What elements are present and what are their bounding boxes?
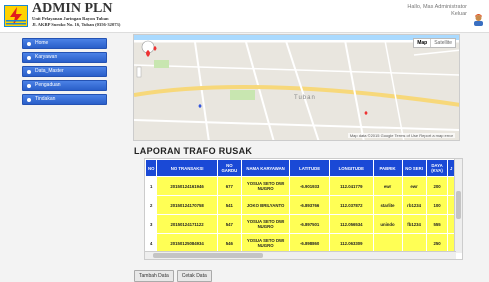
table-cell: -6.893766 bbox=[289, 195, 331, 215]
table-cell: ewr bbox=[401, 176, 427, 196]
table-cell: 1 bbox=[145, 176, 158, 196]
map-view[interactable]: Tuban Map Satellite Map data ©2015 Googl… bbox=[133, 34, 460, 141]
bullet-icon bbox=[27, 83, 31, 88]
table-cell bbox=[372, 233, 403, 253]
map-place-label: Tuban bbox=[294, 95, 316, 101]
column-header-latitude: LATITUDE bbox=[289, 159, 331, 177]
action-buttons: Tambah Data Cetak Data bbox=[134, 270, 212, 282]
column-header-pabrik: PABRIK bbox=[372, 159, 403, 177]
column-header-daya: DAYA (KVA) bbox=[425, 159, 449, 177]
pln-logo-icon bbox=[4, 5, 28, 27]
table-cell: 200 bbox=[425, 176, 449, 196]
table-cell: YOSUA SETO DWI NUGRO bbox=[240, 233, 291, 253]
table-cell: 3 bbox=[145, 214, 158, 234]
app-title: ADMIN PLN bbox=[32, 1, 113, 16]
bullet-icon bbox=[27, 55, 31, 60]
table-cell: 112.063309 bbox=[329, 233, 374, 253]
column-header-no-transaksi: NO TRANSAKSI bbox=[156, 159, 218, 177]
table-row[interactable]: 3 20150124171122 547 YOSUA SETO DWI NUGR… bbox=[145, 214, 455, 234]
table-cell: 20150124161946 bbox=[156, 176, 218, 196]
table-cell: 112.056534 bbox=[329, 214, 374, 234]
table-cell: 546 bbox=[216, 233, 242, 253]
table-cell: ewr bbox=[372, 176, 403, 196]
sidebar-item-label: Pengaduan bbox=[35, 82, 61, 88]
add-data-button[interactable]: Tambah Data bbox=[134, 270, 174, 282]
bullet-icon bbox=[27, 41, 31, 46]
table-cell: 112.037872 bbox=[329, 195, 374, 215]
report-title: LAPORAN TRAFO RUSAK bbox=[134, 146, 253, 156]
table-cell: 555 bbox=[425, 214, 449, 234]
table-row[interactable]: 4 20150125084934 546 YOSUA SETO DWI NUGR… bbox=[145, 233, 455, 253]
horizontal-scrollbar[interactable] bbox=[145, 251, 456, 259]
table-cell: 20150124171122 bbox=[156, 214, 218, 234]
table-cell: rb1234 bbox=[401, 195, 427, 215]
scrollbar-thumb[interactable] bbox=[456, 191, 461, 219]
table-cell: 100 bbox=[425, 195, 449, 215]
sidebar-item-home[interactable]: Home bbox=[22, 38, 107, 49]
table-header-row: NO NO TRANSAKSI NO GARDU NAMA KARYAWAN L… bbox=[145, 159, 455, 177]
map-type-map[interactable]: Map bbox=[414, 39, 430, 47]
table-cell: 541 bbox=[216, 195, 242, 215]
sidebar-item-pengaduan[interactable]: Pengaduan bbox=[22, 80, 107, 91]
table-cell: 4 bbox=[145, 233, 158, 253]
table-cell: YOSUA SETO DWI NUGRO bbox=[240, 176, 291, 196]
brand: ADMIN PLN Unit Pelayanan Jaringan Rayon … bbox=[32, 2, 120, 28]
scrollbar-thumb[interactable] bbox=[153, 253, 263, 258]
avatar-icon[interactable] bbox=[472, 13, 485, 26]
sidebar-item-label: Home bbox=[35, 40, 49, 46]
sidebar-item-karyawan[interactable]: Karyawan bbox=[22, 52, 107, 63]
bullet-icon bbox=[27, 97, 31, 102]
column-header-nama-karyawan: NAMA KARYAWAN bbox=[240, 159, 291, 177]
user-greeting: Hallo, Mas Administrator Keluar bbox=[407, 4, 467, 18]
table-cell: YOSUA SETO DWI NUGRO bbox=[240, 214, 291, 234]
table-cell: 2 bbox=[145, 195, 158, 215]
table-cell: JOKO BRILYANTO bbox=[240, 195, 291, 215]
table-cell: unindo bbox=[372, 214, 403, 234]
column-header-no: NO bbox=[145, 159, 158, 177]
sidebar-item-label: Tindakan bbox=[35, 96, 56, 102]
report-table-container: NO NO TRANSAKSI NO GARDU NAMA KARYAWAN L… bbox=[144, 158, 463, 260]
table-cell: 547 bbox=[216, 214, 242, 234]
sidebar-item-data-master[interactable]: Data_Master bbox=[22, 66, 107, 77]
column-header-no-seri: NO SERI bbox=[401, 159, 427, 177]
table-cell: 20150124170758 bbox=[156, 195, 218, 215]
table-cell: 250 bbox=[425, 233, 449, 253]
column-header-no-gardu: NO GARDU bbox=[216, 159, 242, 177]
table-cell bbox=[401, 233, 427, 253]
sidebar: Home Karyawan Data_Master Pengaduan Tind… bbox=[22, 38, 107, 108]
table-row[interactable]: 1 20150124161946 677 YOSUA SETO DWI NUGR… bbox=[145, 176, 455, 196]
table-cell: starlite bbox=[372, 195, 403, 215]
bullet-icon bbox=[27, 69, 31, 74]
table-cell: fb1234 bbox=[401, 214, 427, 234]
greeting-text: Hallo, Mas Administrator bbox=[407, 4, 467, 10]
report-table: NO NO TRANSAKSI NO GARDU NAMA KARYAWAN L… bbox=[145, 159, 455, 253]
table-cell: -6.901933 bbox=[289, 176, 331, 196]
map-canvas bbox=[134, 35, 459, 140]
table-cell: -6.898860 bbox=[289, 233, 331, 253]
table-cell: -6.897501 bbox=[289, 214, 331, 234]
map-type-satellite[interactable]: Satellite bbox=[430, 39, 455, 47]
vertical-scrollbar[interactable] bbox=[454, 159, 462, 253]
logout-link[interactable]: Keluar bbox=[407, 11, 467, 18]
map-attribution[interactable]: Map data ©2015 Google Terms of Use Repor… bbox=[347, 133, 455, 138]
table-cell: 112.041779 bbox=[329, 176, 374, 196]
sidebar-item-label: Karyawan bbox=[35, 54, 58, 60]
header: ADMIN PLN Unit Pelayanan Jaringan Rayon … bbox=[0, 0, 489, 33]
sidebar-item-tindakan[interactable]: Tindakan bbox=[22, 94, 107, 105]
sidebar-item-label: Data_Master bbox=[35, 68, 64, 74]
table-cell: 20150125084934 bbox=[156, 233, 218, 253]
column-header-longitude: LONGITUDE bbox=[329, 159, 374, 177]
map-type-control: Map Satellite bbox=[413, 38, 456, 48]
print-data-button[interactable]: Cetak Data bbox=[176, 270, 212, 282]
table-cell: 677 bbox=[216, 176, 242, 196]
table-row[interactable]: 2 20150124170758 541 JOKO BRILYANTO -6.8… bbox=[145, 195, 455, 215]
app-address: Jl. AKBP Suroko No. 16, Tuban (0356-3207… bbox=[32, 22, 121, 27]
